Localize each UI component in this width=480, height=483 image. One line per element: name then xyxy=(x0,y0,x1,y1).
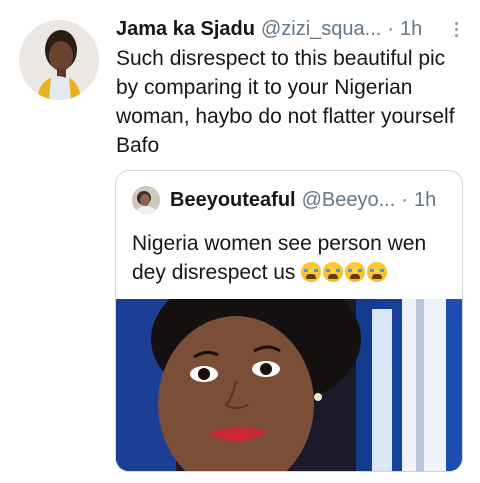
tweet-timestamp[interactable]: 1h xyxy=(400,18,422,41)
quoted-tweet-text: Nigeria women see person wen dey disresp… xyxy=(132,229,452,287)
quoted-tweet[interactable]: Beeyouteaful @Beeyo... · 1h Nigeria wome… xyxy=(115,170,463,472)
loudly-crying-face-icon xyxy=(323,262,344,282)
separator-dot: · xyxy=(387,17,394,40)
quoted-author-handle: @Beeyo... xyxy=(301,188,396,211)
more-vertical-icon[interactable] xyxy=(448,17,464,41)
tweet-header: Jama ka Sjadu @zizi_squa... · 1h xyxy=(116,14,466,44)
loudly-crying-face-icon xyxy=(301,262,322,282)
author-handle[interactable]: @zizi_squa... xyxy=(261,18,381,41)
author-name[interactable]: Jama ka Sjadu xyxy=(116,18,255,41)
quoted-tweet-photo[interactable] xyxy=(116,299,462,471)
quoted-tweet-timestamp: 1h xyxy=(413,188,437,211)
tweet-text: Such disrespect to this beautiful pic by… xyxy=(116,47,455,157)
quoted-author-name: Beeyouteaful xyxy=(170,188,296,211)
quoted-tweet-header: Beeyouteaful @Beeyo... · 1h xyxy=(132,185,450,215)
loudly-crying-face-icon xyxy=(345,262,366,282)
author-avatar[interactable] xyxy=(19,20,99,100)
separator-dot: · xyxy=(401,188,408,211)
loudly-crying-face-icon xyxy=(367,262,388,282)
emoji-row xyxy=(301,261,389,284)
quoted-author-avatar xyxy=(132,186,160,214)
